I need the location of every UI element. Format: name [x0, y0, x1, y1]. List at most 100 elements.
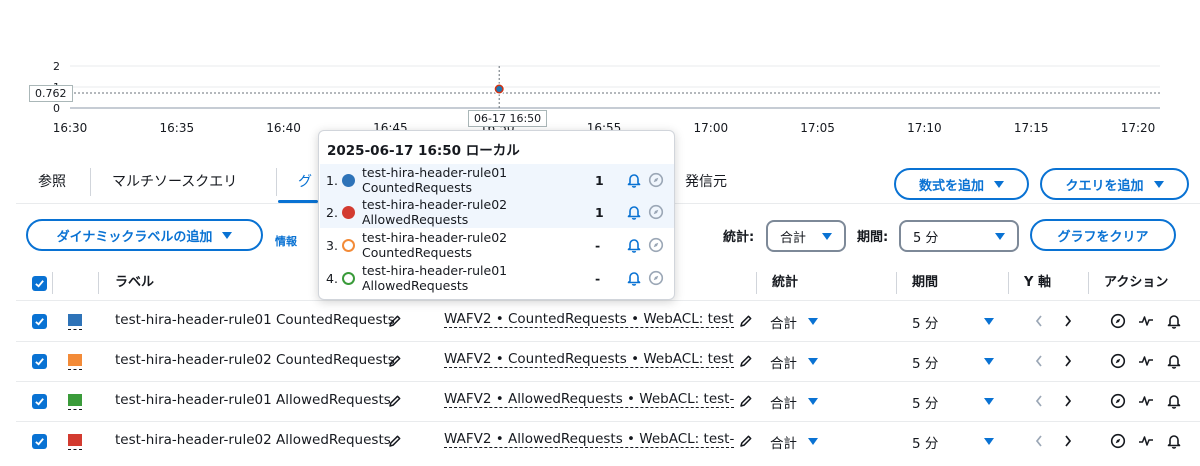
series-color-swatch[interactable]	[68, 434, 82, 446]
row-label: test-hira-header-rule02 CountedRequests	[115, 352, 395, 368]
anomaly-detection-icon[interactable]	[1138, 353, 1154, 369]
stat-control-label: 統計:	[723, 230, 755, 245]
row-expression[interactable]: WAFV2 • CountedRequests • WebACL: test-h…	[444, 351, 734, 368]
row-period[interactable]: 5 分	[912, 432, 938, 452]
tab-multi-source-query[interactable]: マルチソースクエリ	[112, 160, 237, 204]
tooltip-item[interactable]: 3. test-hira-header-rule02 CountedRequest…	[320, 229, 674, 261]
edit-pencil-icon[interactable]	[739, 394, 753, 408]
alarm-bell-icon[interactable]	[1166, 393, 1182, 409]
caret-down-icon[interactable]	[808, 438, 818, 445]
header-action[interactable]: アクション	[1104, 266, 1168, 300]
tooltip-item-number: 2.	[326, 204, 338, 220]
row-stat[interactable]: 合計	[770, 312, 797, 332]
row-stat[interactable]: 合計	[770, 432, 797, 452]
x-tick-label: 17:00	[694, 121, 729, 135]
check-icon	[35, 280, 44, 288]
alarm-bell-icon[interactable]	[1166, 433, 1182, 449]
caret-down-icon[interactable]	[984, 318, 994, 325]
tooltip-item[interactable]: 4. test-hira-header-rule01 AllowedRequest…	[320, 262, 674, 294]
chevron-right-icon[interactable]	[1060, 353, 1074, 369]
compass-icon[interactable]	[648, 237, 664, 253]
compass-icon[interactable]	[648, 172, 664, 188]
chevron-left-icon[interactable]	[1032, 313, 1046, 329]
alarm-bell-icon[interactable]	[1166, 313, 1182, 329]
row-checkbox[interactable]	[32, 314, 47, 329]
row-checkbox[interactable]	[32, 434, 47, 449]
tooltip-item[interactable]: 2. test-hira-header-rule02 AllowedRequest…	[320, 196, 674, 228]
select-all-checkbox[interactable]	[32, 276, 47, 291]
series-color-swatch[interactable]	[68, 354, 82, 366]
anomaly-detection-icon[interactable]	[1138, 313, 1154, 329]
info-link[interactable]: 情報	[275, 233, 297, 249]
chevron-right-icon[interactable]	[1060, 393, 1074, 409]
alarm-bell-icon[interactable]	[626, 237, 642, 253]
chevron-left-icon[interactable]	[1032, 353, 1046, 369]
row-expression[interactable]: WAFV2 • AllowedRequests • WebACL: test-h…	[444, 431, 734, 448]
row-expression[interactable]: WAFV2 • AllowedRequests • WebACL: test-h…	[444, 391, 734, 408]
x-tick-label: 16:35	[160, 121, 195, 135]
tooltip-icons	[626, 204, 644, 220]
edit-pencil-icon[interactable]	[388, 434, 402, 448]
caret-down-icon[interactable]	[808, 358, 818, 365]
series-dot	[342, 173, 355, 187]
header-stat[interactable]: 統計	[772, 266, 798, 300]
edit-pencil-icon[interactable]	[388, 394, 402, 408]
row-period[interactable]: 5 分	[912, 312, 938, 332]
row-period[interactable]: 5 分	[912, 392, 938, 412]
caret-down-icon[interactable]	[984, 358, 994, 365]
caret-down-icon[interactable]	[808, 318, 818, 325]
chevron-left-icon[interactable]	[1032, 433, 1046, 449]
compass-icon[interactable]	[648, 270, 664, 286]
compass-icon[interactable]	[1110, 433, 1126, 449]
tooltip-item[interactable]: 1. test-hira-header-rule01 CountedRequest…	[320, 164, 674, 196]
row-stat[interactable]: 合計	[770, 352, 797, 372]
chevron-right-icon[interactable]	[1060, 433, 1074, 449]
caret-down-icon[interactable]	[984, 438, 994, 445]
edit-pencil-icon[interactable]	[388, 314, 402, 328]
alarm-bell-icon[interactable]	[626, 204, 642, 220]
compass-icon[interactable]	[648, 204, 664, 220]
header-period[interactable]: 期間	[912, 266, 938, 300]
tab-graphed-metrics[interactable]: グ	[298, 160, 312, 204]
row-checkbox[interactable]	[32, 354, 47, 369]
caret-down-icon[interactable]	[984, 398, 994, 405]
series-dot	[342, 271, 355, 285]
edit-pencil-icon[interactable]	[388, 354, 402, 368]
series-color-swatch[interactable]	[68, 394, 82, 406]
alarm-bell-icon[interactable]	[1166, 353, 1182, 369]
chevron-left-icon[interactable]	[1032, 393, 1046, 409]
stat-select[interactable]: 合計	[766, 220, 846, 252]
tooltip-icons	[626, 172, 644, 188]
anomaly-detection-icon[interactable]	[1138, 433, 1154, 449]
alarm-bell-icon[interactable]	[626, 172, 642, 188]
caret-down-icon[interactable]	[808, 398, 818, 405]
edit-pencil-icon[interactable]	[739, 354, 753, 368]
edit-pencil-icon[interactable]	[739, 314, 753, 328]
row-checkbox[interactable]	[32, 394, 47, 409]
alarm-bell-icon[interactable]	[626, 270, 642, 286]
compass-icon[interactable]	[1110, 393, 1126, 409]
anomaly-detection-icon[interactable]	[1138, 393, 1154, 409]
metrics-chart[interactable]: 21016:3016:3516:4016:4516:5016:5517:0017…	[0, 0, 1200, 140]
compass-icon[interactable]	[1110, 353, 1126, 369]
chevron-right-icon[interactable]	[1060, 313, 1074, 329]
row-period[interactable]: 5 分	[912, 352, 938, 372]
tab-browse[interactable]: 参照	[38, 160, 66, 204]
header-y-axis[interactable]: Y 軸	[1024, 266, 1051, 300]
clear-graph-button[interactable]: グラフをクリア	[1030, 219, 1176, 251]
tab-source[interactable]: 発信元	[685, 160, 727, 204]
edit-pencil-icon[interactable]	[739, 434, 753, 448]
row-expression[interactable]: WAFV2 • CountedRequests • WebACL: test-h…	[444, 311, 734, 328]
period-select[interactable]: 5 分	[899, 220, 1019, 252]
swatch-underline	[68, 449, 82, 450]
compass-icon[interactable]	[1110, 313, 1126, 329]
header-label[interactable]: ラベル	[115, 266, 154, 300]
tooltip-item-number: 3.	[326, 237, 338, 253]
series-color-swatch[interactable]	[68, 314, 82, 326]
add-query-button[interactable]: クエリを追加	[1040, 168, 1189, 200]
row-stat[interactable]: 合計	[770, 392, 797, 412]
caret-down-icon	[822, 232, 832, 240]
swatch-underline	[68, 409, 82, 410]
add-dynamic-label-button[interactable]: ダイナミックラベルの追加	[26, 219, 263, 251]
add-formula-button[interactable]: 数式を追加	[894, 168, 1029, 200]
